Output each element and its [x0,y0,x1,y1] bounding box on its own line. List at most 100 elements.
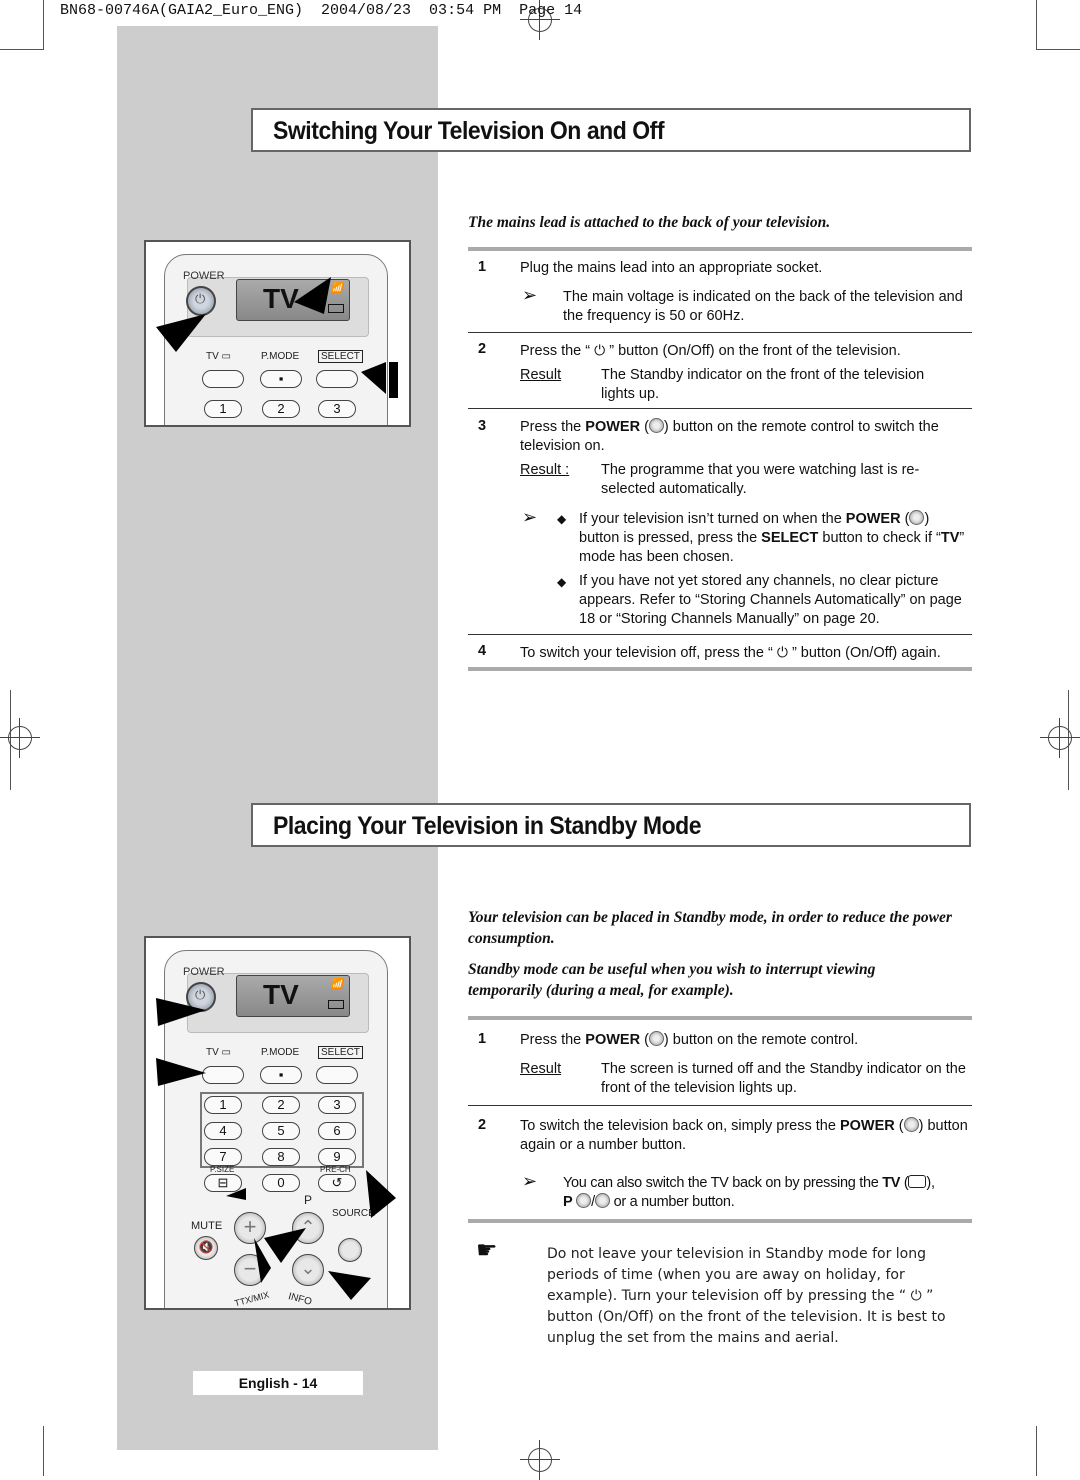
arrow-note-icon: ➢ [522,285,538,305]
callout-arrow [328,1271,371,1300]
callout-arrow [226,1188,246,1200]
step-text: Press the POWER () button on the remote … [520,1031,859,1048]
step-number: 3 [478,418,487,434]
result-text: The screen is turned off and the Standby… [601,1061,966,1096]
callout-arrow [294,277,331,314]
step-number: 4 [478,643,487,659]
text: Press the “ [520,343,591,359]
step-note: You can also switch the TV back on by pr… [563,1175,935,1210]
bold-text: P [563,1194,573,1210]
divider [468,1219,972,1223]
bold-text: POWER [585,419,641,435]
callout-arrow [264,1228,306,1263]
step-text: Plug the mains lead into an appropriate … [520,260,823,276]
callout-arrows [156,277,398,398]
section1-intro: The mains lead is attached to the back o… [468,214,831,231]
text: To switch the television back on, simply… [520,1118,840,1134]
result-label: Result [520,367,562,383]
text: or a number button. [609,1194,735,1210]
bullet-diamond-icon: ◆ [557,512,567,526]
text: Do not leave your television in Standby … [547,1246,927,1304]
divider [468,1105,972,1106]
channel-up-icon [576,1193,592,1208]
text: You can also switch the TV back on by pr… [563,1175,883,1191]
arrow-note-icon: ➢ [522,507,538,527]
remote-illustration: POWER TV📶 TV ▭ P.MODE SELECT ▪ 1 2 3 [144,240,411,427]
power-symbol-icon: ⏻ [776,644,788,660]
section1-title: Switching Your Television On and Off [273,117,665,145]
power-symbol-icon: ⏻ [910,1288,922,1304]
crop-mark [43,1426,44,1476]
divider [468,247,972,251]
power-button-icon [903,1117,919,1132]
text: ) button on the remote control. [663,1032,859,1048]
divider [468,408,972,409]
step-text: To switch the television back on, simply… [520,1117,968,1153]
tv-icon [908,1175,927,1188]
bullet-diamond-icon: ◆ [557,575,567,589]
step-number: 2 [478,341,487,357]
section2-intro: Standby mode can be useful when you wish… [468,961,876,999]
result-text: The programme that you were watching las… [601,462,920,497]
bold-text: POWER [845,511,901,527]
text: If your television isn’t turned on when … [579,511,846,527]
channel-down-icon [594,1193,610,1208]
step-number: 2 [478,1117,487,1133]
result-text: The Standby indicator on the front of th… [601,367,925,402]
bullet-text: If you have not yet stored any channels,… [579,573,962,627]
result-label: Result : [520,462,570,478]
text: Press the [520,419,586,435]
crop-mark [1036,49,1080,50]
text: ), [926,1175,935,1191]
step-text: Press the “ ⏻ ” button (On/Off) on the f… [520,341,975,361]
text: ” button (On/Off) again. [791,645,941,661]
registration-mark [1040,718,1080,758]
text: button to check if “ [818,530,941,546]
power-button-icon [909,510,925,525]
section2-title: Placing Your Television in Standby Mode [273,812,702,840]
step-text: Press the POWER () button on the remote … [520,418,939,454]
text: ” button (On/Off) on the front of the te… [609,343,901,359]
bullet-text: If your television isn’t turned on when … [579,510,965,565]
remote-illustration: POWER TV📶 TV ▭ P.MODE SELECT ▪ 1 2 3 4 5… [144,936,411,1310]
callout-arrow [156,1058,206,1086]
power-button-icon [648,1031,664,1046]
callout-arrow [389,362,398,398]
bold-text: TV [882,1175,901,1191]
warning-note: Do not leave your television in Standby … [547,1244,967,1349]
section-title-box: Placing Your Television in Standby Mode [251,803,971,847]
arrow-note-icon: ➢ [522,1171,538,1191]
callout-arrow [361,362,386,394]
power-button-icon [648,418,664,433]
divider [468,332,972,333]
callout-arrows [156,998,396,1300]
bold-text: POWER [839,1118,895,1134]
callout-arrow [156,314,206,352]
step-text: To switch your television off, press the… [520,643,980,663]
crop-mark [1036,0,1037,50]
text: To switch your television off, press the… [520,645,773,661]
divider [468,667,972,671]
crop-mark [43,0,44,50]
page-footer: English - 14 [193,1371,363,1395]
divider [468,1016,972,1020]
registration-mark [520,1440,560,1480]
pointing-hand-icon: ☛ [476,1237,498,1264]
step-number: 1 [478,259,487,275]
bold-text: TV [940,530,960,546]
callout-arrow [254,1238,271,1283]
result-label: Result [520,1061,562,1077]
bold-text: POWER [585,1032,641,1048]
section2-intro: Your television can be placed in Standby… [468,909,952,947]
step-note: The main voltage is indicated on the bac… [563,289,963,324]
power-symbol-icon: ⏻ [594,342,606,358]
divider [468,634,972,635]
text: Press the [520,1032,586,1048]
step-number: 1 [478,1031,487,1047]
crop-mark [1036,1426,1037,1476]
bold-text: SELECT [761,530,819,546]
callout-arrow [156,998,206,1026]
print-header: BN68-00746A(GAIA2_Euro_ENG) 2004/08/23 0… [60,2,583,19]
callout-arrow [366,1170,396,1218]
crop-mark [0,49,44,50]
